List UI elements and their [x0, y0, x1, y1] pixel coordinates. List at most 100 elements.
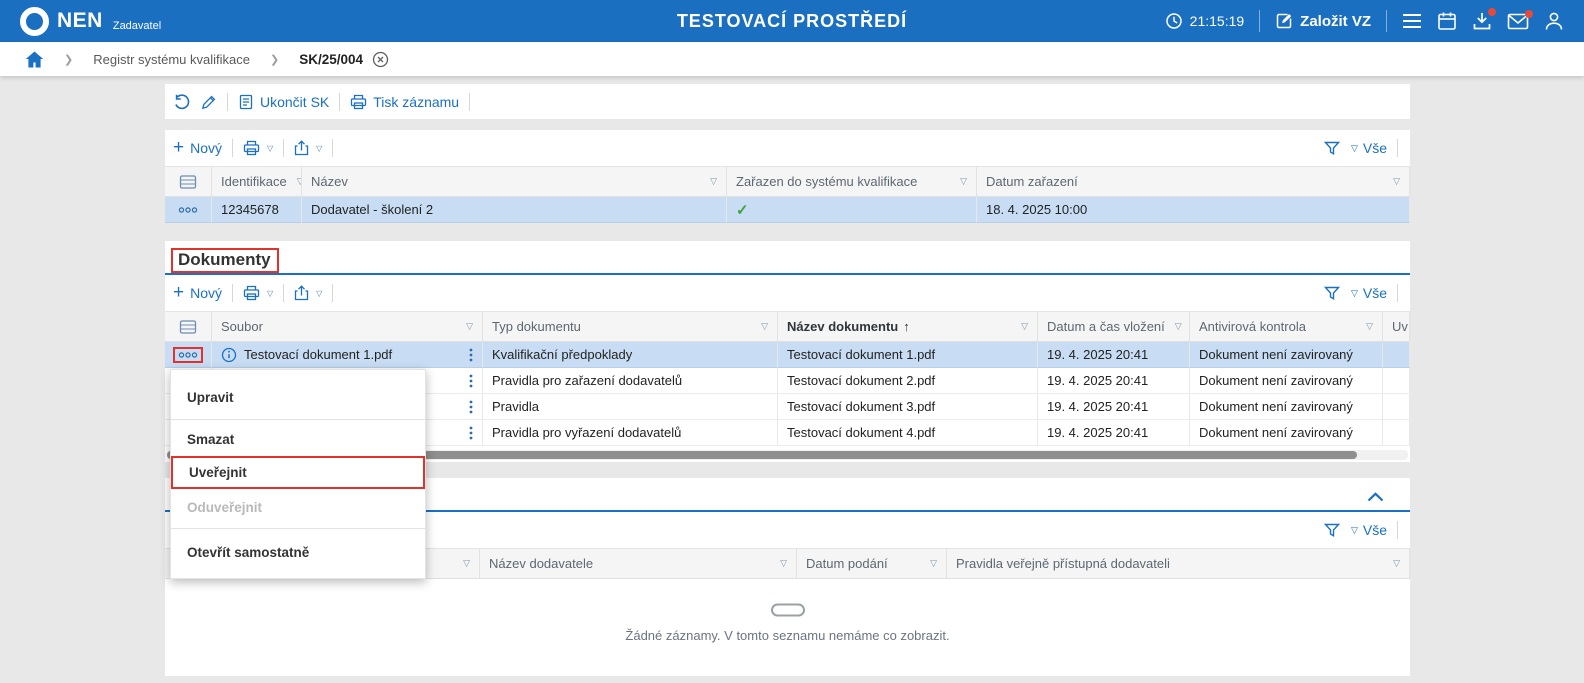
filter-icon[interactable]: ▽ [1393, 558, 1400, 569]
row-menu-button[interactable] [175, 204, 201, 216]
column-header-nazev-dokumentu[interactable]: Název dokumentu↑▽ [778, 312, 1038, 341]
menu-item-uverejnit[interactable]: Uveřejnit [171, 456, 425, 489]
dropdown-icon: ▽ [267, 144, 273, 153]
cell-typ: Pravidla pro vyřazení dodavatelů [483, 420, 778, 446]
pencil-icon [201, 94, 217, 110]
cell-antivir: Dokument není zavirovaný [1190, 368, 1383, 394]
cell-datum: 19. 4. 2025 20:41 [1038, 394, 1190, 420]
cell-antivir: Dokument není zavirovaný [1190, 420, 1383, 446]
toolbar-divider [1397, 284, 1398, 302]
documents-toolbar: + Nový ▽ ▽ ▽ Vše [165, 275, 1410, 311]
view-all-button[interactable]: ▽ Vše [1350, 522, 1387, 538]
column-header-soubor[interactable]: Soubor▽ [212, 312, 483, 341]
filter-icon[interactable]: ▽ [466, 321, 473, 332]
column-header-identifikace[interactable]: Identifikace▽ [212, 167, 302, 196]
print-record-button[interactable]: Tisk záznamu [350, 94, 459, 110]
record-toolbar: Ukončit SK Tisk záznamu [165, 84, 1410, 119]
row-menu-button-highlighted[interactable] [173, 347, 203, 363]
filter-icon[interactable]: ▽ [761, 321, 768, 332]
column-header-datum-vlozeni[interactable]: Datum a čas vložení▽ [1038, 312, 1190, 341]
home-icon[interactable] [25, 51, 44, 68]
cell-menu-icon[interactable] [469, 348, 473, 362]
table-row[interactable]: Testovací dokument 1.pdf Kvalifikační př… [165, 342, 1410, 368]
profile-button[interactable] [1544, 11, 1564, 31]
column-header-pravidla[interactable]: Pravidla veřejně přístupná dodavateli▽ [947, 549, 1410, 578]
column-header-nazev-dodavatele[interactable]: Název dodavatele▽ [480, 549, 797, 578]
filter-icon[interactable]: ▽ [780, 558, 787, 569]
suppliers-table: Identifikace▽ Název▽ Zařazen do systému … [165, 166, 1410, 223]
new-button[interactable]: + Nový [173, 285, 222, 302]
column-header-typ[interactable]: Typ dokumentu▽ [483, 312, 778, 341]
create-vz-button[interactable]: Založit VZ [1275, 12, 1371, 30]
column-header-antivir[interactable]: Antivirová kontrola▽ [1190, 312, 1383, 341]
sort-ascending-icon: ↑ [903, 319, 910, 334]
column-header-zarazen[interactable]: Zařazen do systému kvalifikace▽ [727, 167, 977, 196]
end-sk-button[interactable]: Ukončit SK [238, 94, 329, 110]
suppliers-toolbar-right: ▽ Vše [1324, 139, 1402, 157]
table-settings-button[interactable] [165, 312, 212, 341]
requests-toolbar-right: ▽ Vše [1324, 521, 1402, 539]
filter-icon[interactable]: ▽ [1021, 321, 1028, 332]
end-sk-icon [238, 94, 254, 110]
table-settings-button[interactable] [165, 167, 212, 196]
filter-funnel-icon[interactable] [1324, 523, 1340, 538]
history-button[interactable] [173, 93, 191, 111]
cell-datum: 19. 4. 2025 20:41 [1038, 420, 1190, 446]
create-vz-icon [1275, 12, 1293, 30]
column-header-datum-podani[interactable]: Datum podání▽ [797, 549, 947, 578]
filter-icon[interactable]: ▽ [1366, 321, 1373, 332]
calendar-button[interactable] [1437, 11, 1457, 31]
dropdown-icon: ▽ [1351, 288, 1358, 299]
cell-soubor: Testovací dokument 1.pdf [244, 347, 392, 362]
filter-funnel-icon[interactable] [1324, 141, 1340, 156]
clock: 21:15:19 [1165, 12, 1245, 30]
filter-icon[interactable]: ▽ [1175, 321, 1182, 332]
filter-funnel-icon[interactable] [1324, 286, 1340, 301]
filter-icon[interactable]: ▽ [1393, 176, 1400, 187]
messages-button[interactable] [1507, 13, 1529, 30]
documents-section-header: Dokumenty [165, 241, 1410, 273]
table-grid-icon [179, 174, 197, 190]
view-all-button[interactable]: ▽ Vše [1350, 285, 1387, 301]
filter-icon[interactable]: ▽ [463, 558, 470, 569]
filter-icon[interactable]: ▽ [960, 176, 967, 187]
row-menu-icon [178, 206, 198, 214]
view-all-button[interactable]: ▽ Vše [1350, 140, 1387, 156]
print-list-button[interactable]: ▽ [243, 285, 273, 301]
column-header-truncated[interactable]: Uv [1383, 312, 1410, 341]
collapse-button[interactable] [1367, 492, 1384, 502]
table-row[interactable]: 12345678 Dodavatel - školení 2 ✓ 18. 4. … [165, 197, 1410, 223]
printer-icon [350, 94, 367, 110]
menu-item-upravit[interactable]: Upravit [171, 378, 425, 416]
menu-item-smazat[interactable]: Smazat [171, 423, 425, 456]
cell-typ: Kvalifikační předpoklady [483, 342, 778, 368]
cell-menu-icon[interactable] [469, 400, 473, 414]
filter-icon[interactable]: ▽ [710, 176, 717, 187]
cell-menu-icon[interactable] [469, 374, 473, 388]
print-list-button[interactable]: ▽ [243, 140, 273, 156]
check-icon: ✓ [736, 201, 749, 219]
export-button[interactable]: ▽ [294, 140, 322, 156]
documents-table-header: Soubor▽ Typ dokumentu▽ Název dokumentu↑▽… [165, 311, 1410, 342]
info-icon[interactable] [221, 347, 237, 363]
annotation-box: Dokumenty [171, 248, 279, 273]
menu-button[interactable] [1402, 13, 1422, 29]
brand-role: Zadavatel [113, 20, 161, 32]
filter-icon[interactable]: ▽ [930, 558, 937, 569]
new-button[interactable]: + Nový [173, 140, 222, 157]
cell-typ: Pravidla [483, 394, 778, 420]
dropdown-icon: ▽ [1351, 143, 1358, 154]
documents-toolbar-right: ▽ Vše [1324, 284, 1402, 302]
close-tab-icon[interactable] [372, 51, 389, 68]
edit-record-button[interactable] [201, 94, 217, 110]
cell-menu-icon[interactable] [469, 426, 473, 440]
column-header-datum-zarazeni[interactable]: Datum zařazení▽ [977, 167, 1410, 196]
menu-item-otevrit-samostatne[interactable]: Otevřít samostatně [171, 532, 425, 572]
export-button[interactable]: ▽ [294, 285, 322, 301]
downloads-button[interactable] [1472, 11, 1492, 31]
nen-logo[interactable]: NEN Zadavatel [20, 7, 161, 36]
notification-dot [1525, 10, 1533, 18]
brand-name: NEN [57, 9, 103, 33]
column-header-nazev[interactable]: Název▽ [302, 167, 727, 196]
breadcrumb-item-registry[interactable]: Registr systému kvalifikace [93, 52, 250, 67]
